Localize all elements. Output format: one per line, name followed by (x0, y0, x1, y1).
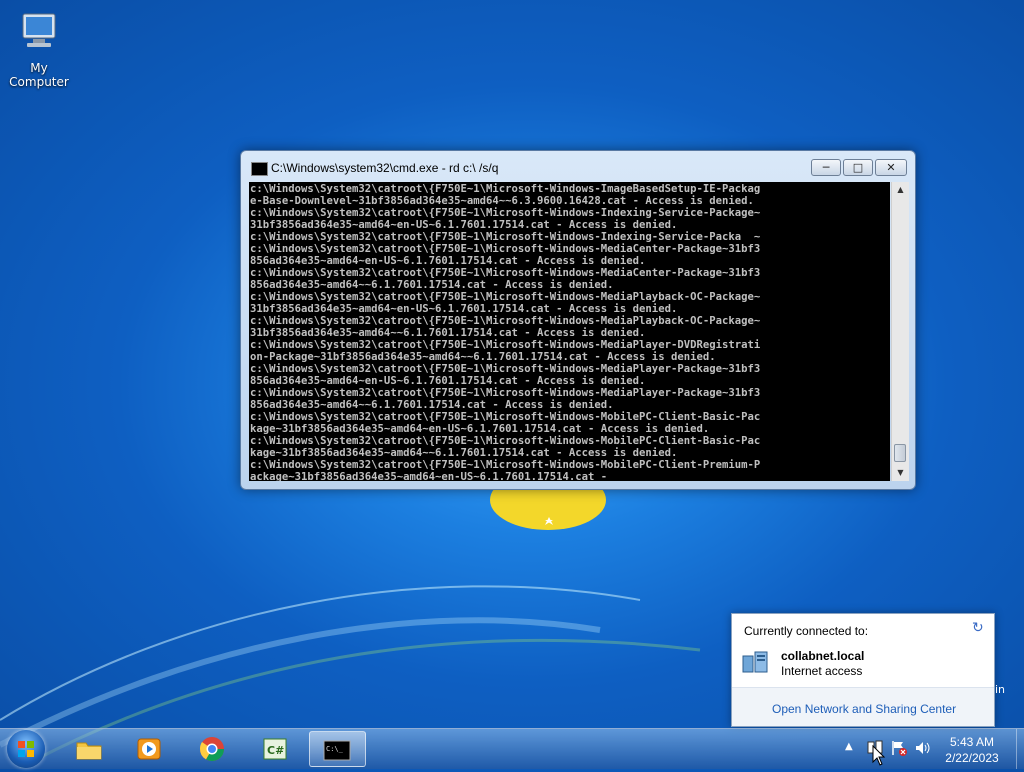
maximize-button[interactable]: □ (843, 159, 873, 176)
refresh-icon[interactable]: ↻ (972, 620, 984, 636)
cmd-window[interactable]: C:\Windows\system32\cmd.exe - rd c:\ /s/… (240, 150, 916, 490)
svg-text:C:\_: C:\_ (326, 745, 344, 753)
taskbar-chrome[interactable] (185, 731, 239, 767)
taskbar-cmd[interactable]: C:\_ (309, 731, 366, 767)
clock-date: 2/22/2023 (945, 751, 999, 765)
network-icon (742, 651, 768, 673)
folder-icon (76, 742, 102, 760)
cmd-icon (251, 162, 268, 176)
network-flyout: Currently connected to: ↻ collabnet.loca… (731, 613, 995, 727)
csharp-icon: C# (263, 738, 287, 760)
clock-time: 5:43 AM (949, 735, 995, 749)
show-hidden-icons-button[interactable]: ▲ (845, 741, 853, 752)
vertical-scrollbar[interactable]: ▲ ▼ (891, 182, 909, 481)
minimize-button[interactable]: ─ (811, 159, 841, 176)
close-button[interactable]: ✕ (875, 159, 907, 176)
clock[interactable]: 5:43 AM 2/22/2023 (930, 734, 1014, 766)
taskbar-csharp[interactable]: C# (248, 731, 302, 767)
cmd-icon: C:\_ (323, 740, 351, 761)
minimize-icon: ─ (822, 161, 830, 174)
flyout-header: Currently connected to: (744, 624, 869, 638)
chrome-icon (199, 737, 224, 762)
desktop-icon-my-computer[interactable]: My Computer (0, 8, 78, 89)
maximize-icon: □ (852, 161, 864, 174)
svg-text:C#: C# (267, 744, 284, 757)
mouse-cursor-icon (872, 745, 886, 766)
show-desktop-button[interactable] (1016, 729, 1024, 769)
desktop-icon-label: My Computer (9, 61, 69, 89)
computer-icon (22, 13, 56, 47)
scroll-thumb[interactable] (894, 444, 906, 462)
desktop-fragment-text: in (995, 683, 1006, 696)
scroll-up-icon[interactable]: ▲ (892, 182, 909, 198)
console-text: c:\Windows\System32\catroot\{F750E~1\Mic… (250, 183, 761, 481)
cmd-titlebar[interactable]: C:\Windows\system32\cmd.exe - rd c:\ /s/… (241, 151, 915, 183)
window-title: C:\Windows\system32\cmd.exe - rd c:\ /s/… (271, 161, 499, 175)
start-button[interactable] (7, 730, 45, 768)
action-center-flag-icon[interactable] (890, 739, 908, 757)
taskbar-media-player[interactable] (122, 731, 176, 767)
network-name: collabnet.local (781, 649, 865, 663)
media-player-icon (137, 738, 161, 760)
taskbar: C# C:\_ ▲ 5:43 AM 2/22/2023 (0, 728, 1024, 769)
taskbar-explorer[interactable] (62, 731, 116, 767)
flyout-footer: Open Network and Sharing Center (732, 687, 994, 726)
network-status: Internet access (781, 664, 863, 678)
console-output[interactable]: c:\Windows\System32\catroot\{F750E~1\Mic… (249, 182, 890, 481)
open-network-sharing-center-link[interactable]: Open Network and Sharing Center (772, 702, 956, 716)
scroll-down-icon[interactable]: ▼ (892, 465, 909, 481)
windows-logo-icon (18, 741, 34, 757)
close-icon: ✕ (886, 161, 896, 174)
